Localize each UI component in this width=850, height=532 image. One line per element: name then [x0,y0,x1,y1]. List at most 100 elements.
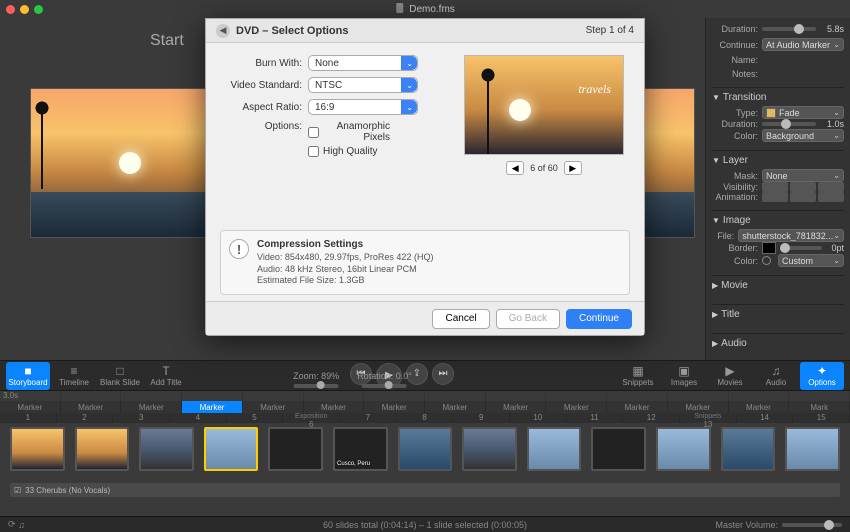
image-border-swatch[interactable] [762,242,776,254]
marker-cell[interactable]: Marker [668,401,729,413]
canvas-slide-left[interactable] [30,88,230,238]
minimize-window-button[interactable] [20,5,29,14]
index-cell[interactable]: 1 [0,413,57,423]
index-cell[interactable]: Exposition6 [283,413,340,423]
marker-cell[interactable]: Marker [607,401,668,413]
index-cell[interactable]: 8 [397,413,454,423]
slide-thumbnail[interactable]: Cusco, Peru [333,427,388,471]
slide-thumbnail[interactable] [721,427,776,471]
index-cell[interactable]: 3 [113,413,170,423]
index-cell[interactable]: 12 [623,413,680,423]
index-cell[interactable]: 10 [510,413,567,423]
left-tool-blank-slide[interactable]: □Blank Slide [98,362,142,390]
layer-animation-segments[interactable] [762,192,844,202]
marker-cell[interactable]: Marker [182,401,243,413]
marker-cell[interactable]: Marker [546,401,607,413]
marker-cell[interactable]: Mark [789,401,850,413]
right-tool-audio[interactable]: ♫Audio [754,362,798,390]
left-tool-storyboard[interactable]: ■Storyboard [6,362,50,390]
slide-thumbnail[interactable] [139,427,194,471]
layer-animation-label: Animation: [712,192,758,202]
cancel-button[interactable]: Cancel [432,309,489,329]
forward-button[interactable]: ⏭ [432,363,454,385]
marker-cell[interactable]: Marker [121,401,182,413]
loop-icon[interactable]: ⟳ [8,519,16,530]
slide-thumbnail[interactable] [398,427,453,471]
movie-section-header[interactable]: ▶Movie [712,280,844,291]
marker-row: MarkerMarkerMarkerMarkerMarkerMarkerMark… [0,401,850,413]
index-cell[interactable]: 2 [57,413,114,423]
right-tool-snippets[interactable]: ▦Snippets [616,362,660,390]
image-color-radio[interactable] [762,256,771,265]
zoom-slider[interactable] [294,384,339,388]
master-volume-slider[interactable] [782,523,842,527]
slide-thumbnail[interactable] [10,427,65,471]
title-section-header[interactable]: ▶Title [712,309,844,320]
name-label: Name: [712,55,758,65]
layer-section-header[interactable]: ▼Layer [712,155,844,166]
marker-cell[interactable]: Marker [61,401,122,413]
go-back-button[interactable]: Go Back [496,309,560,329]
layer-mask-select[interactable]: None⌄ [762,169,844,182]
audio-icon[interactable]: ♫ [18,520,25,530]
right-tool-images[interactable]: ▣Images [662,362,706,390]
continue-button[interactable]: Continue [566,309,632,329]
slide-thumbnail[interactable] [785,427,840,471]
marker-cell[interactable]: Marker [486,401,547,413]
slides-strip: Cusco, Peru [0,423,850,481]
high-quality-checkbox[interactable]: High Quality [308,146,390,157]
transition-color-select[interactable]: Background⌄ [762,129,844,142]
marker-cell[interactable]: Marker [243,401,304,413]
image-color-select[interactable]: Custom⌄ [778,254,844,267]
right-tool-options[interactable]: ✦Options [800,362,844,390]
continue-select[interactable]: At Audio Marker⌄ [762,38,844,51]
marker-cell[interactable]: Marker [729,401,790,413]
image-section-header[interactable]: ▼Image [712,215,844,226]
index-cell[interactable]: 11 [567,413,624,423]
right-tool-movies[interactable]: ▶Movies [708,362,752,390]
document-icon [395,3,405,16]
status-summary: 60 slides total (0:04:14) – 1 slide sele… [323,520,527,530]
image-border-slider[interactable] [780,246,822,250]
index-cell[interactable]: 14 [737,413,794,423]
burn-with-select[interactable]: None⌄ [308,55,418,71]
slide-thumbnail[interactable] [656,427,711,471]
index-cell[interactable]: 5 [227,413,284,423]
index-cell[interactable]: 9 [453,413,510,423]
index-cell[interactable]: 7 [340,413,397,423]
dialog-back-icon[interactable]: ◀ [216,24,230,38]
video-standard-select[interactable]: NTSC⌄ [308,77,418,93]
left-tool-add-title[interactable]: TAdd Title [144,362,188,390]
left-tool-timeline[interactable]: ≡Timeline [52,362,96,390]
anamorphic-checkbox[interactable]: Anamorphic Pixels [308,121,390,143]
index-cell[interactable]: Snippets13 [680,413,737,423]
rotation-slider[interactable] [362,384,407,388]
duration-slider[interactable] [762,27,816,31]
aspect-ratio-select[interactable]: 16:9⌄ [308,99,418,115]
preview-next-button[interactable]: ▶ [564,161,582,175]
slide-thumbnail[interactable] [204,427,259,471]
transition-type-select[interactable]: Fade⌄ [762,106,844,119]
transition-duration-slider[interactable] [762,122,816,126]
slide-thumbnail[interactable] [527,427,582,471]
rotation-value: 0.0° [396,371,412,381]
slide-thumbnail[interactable] [462,427,517,471]
audio-track[interactable]: ☑ 33 Cherubs (No Vocals) [10,483,840,497]
marker-cell[interactable]: Marker [0,401,61,413]
transition-section-header[interactable]: ▼Transition [712,92,844,103]
checkbox-icon[interactable]: ☑ [14,486,21,495]
layer-visibility-segments[interactable] [762,182,844,192]
slide-thumbnail[interactable] [268,427,323,471]
audio-section-header[interactable]: ▶Audio [712,338,844,349]
marker-cell[interactable]: Marker [425,401,486,413]
close-window-button[interactable] [6,5,15,14]
maximize-window-button[interactable] [34,5,43,14]
marker-cell[interactable]: Marker [304,401,365,413]
index-cell[interactable]: 4 [170,413,227,423]
preview-prev-button[interactable]: ◀ [506,161,524,175]
marker-cell[interactable]: Marker [364,401,425,413]
slide-thumbnail[interactable] [591,427,646,471]
slide-thumbnail[interactable] [75,427,130,471]
index-cell[interactable]: 15 [793,413,850,423]
image-file-select[interactable]: shutterstock_781832...⌄ [738,229,844,242]
